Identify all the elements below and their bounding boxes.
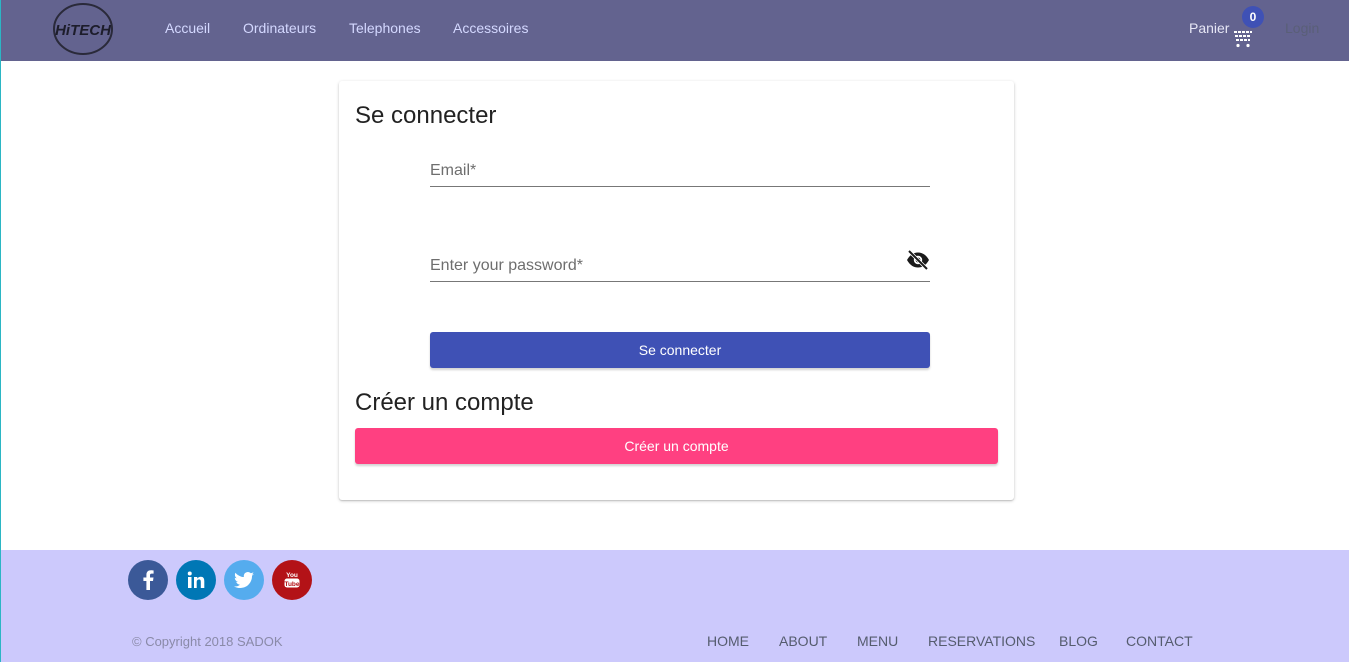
nav-link-accueil[interactable]: Accueil	[165, 20, 210, 36]
hitech-logo[interactable]: HiTECH	[51, 2, 115, 56]
login-card: Se connecter Se connecter Créer un compt…	[339, 81, 1014, 500]
twitter-icon[interactable]	[224, 560, 264, 600]
footer-link-contact[interactable]: CONTACT	[1126, 633, 1193, 649]
footer: You Tube © Copyright 2018 SADOK HOME ABO…	[1, 550, 1349, 662]
svg-text:HiTECH: HiTECH	[55, 22, 112, 39]
svg-text:Tube: Tube	[284, 581, 299, 588]
login-link[interactable]: Login	[1285, 20, 1319, 36]
register-title: Créer un compte	[355, 389, 534, 416]
footer-link-menu[interactable]: MENU	[857, 633, 898, 649]
password-input[interactable]	[430, 257, 900, 275]
footer-link-about[interactable]: ABOUT	[779, 633, 827, 649]
footer-link-reservations[interactable]: RESERVATIONS	[928, 633, 1035, 649]
footer-link-home[interactable]: HOME	[707, 633, 749, 649]
youtube-icon[interactable]: You Tube	[272, 560, 312, 600]
login-title: Se connecter	[355, 102, 497, 129]
nav-link-telephones[interactable]: Telephones	[349, 20, 421, 36]
login-submit-button[interactable]: Se connecter	[430, 332, 930, 368]
email-input[interactable]	[430, 162, 900, 180]
email-field[interactable]	[430, 147, 930, 187]
create-account-button[interactable]: Créer un compte	[355, 428, 998, 464]
footer-link-blog[interactable]: BLOG	[1059, 633, 1098, 649]
linkedin-icon[interactable]	[176, 560, 216, 600]
password-field[interactable]	[430, 242, 930, 282]
cart-label[interactable]: Panier	[1189, 20, 1229, 36]
svg-text:You: You	[286, 572, 298, 579]
facebook-icon[interactable]	[128, 560, 168, 600]
top-navbar: HiTECH Accueil Ordinateurs Telephones Ac…	[1, 0, 1349, 61]
shopping-cart-icon[interactable]	[1233, 30, 1253, 48]
cart-count-badge: 0	[1242, 6, 1264, 28]
nav-link-ordinateurs[interactable]: Ordinateurs	[243, 20, 316, 36]
nav-link-accessoires[interactable]: Accessoires	[453, 20, 528, 36]
copyright-text: © Copyright 2018 SADOK	[132, 634, 283, 649]
visibility-off-icon[interactable]	[906, 249, 930, 271]
